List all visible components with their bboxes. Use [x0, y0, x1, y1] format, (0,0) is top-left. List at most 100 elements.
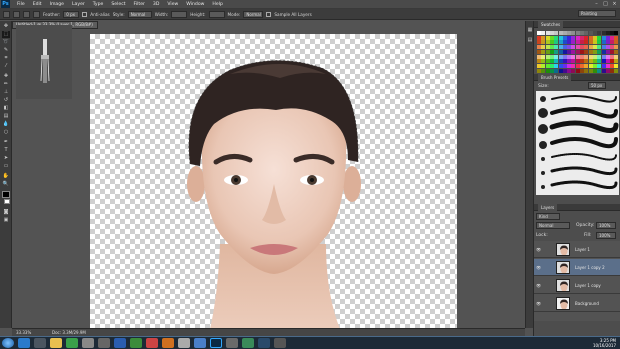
size-input[interactable]: 50 px: [588, 82, 606, 89]
brush-preset-list[interactable]: [536, 91, 619, 195]
zoom-tool-icon[interactable]: 🔍: [2, 181, 10, 188]
menu-window[interactable]: Window: [182, 0, 208, 9]
menu-select[interactable]: Select: [107, 0, 129, 9]
foreground-color-swatch[interactable]: [2, 191, 10, 198]
new-selection-icon[interactable]: [13, 10, 20, 18]
taskbar-clock[interactable]: 3:25 PM 10/16/2017: [593, 338, 616, 348]
taskbar-app-icon[interactable]: [274, 338, 286, 348]
layer-visibility-icon[interactable]: 👁: [536, 283, 542, 288]
shape-tool-icon[interactable]: ▭: [2, 163, 10, 170]
menu-filter[interactable]: Filter: [130, 0, 149, 9]
marquee-tool-preset-icon[interactable]: [3, 10, 10, 18]
document-canvas[interactable]: [90, 34, 457, 329]
screen-mode-icon[interactable]: ▣: [2, 217, 10, 224]
start-button-icon[interactable]: [2, 338, 14, 348]
zoom-level[interactable]: 33.33%: [16, 329, 31, 336]
color-swatch[interactable]: [614, 59, 619, 64]
history-brush-icon[interactable]: ↺: [2, 97, 10, 104]
opacity-input[interactable]: 100%: [596, 222, 616, 229]
taskbar-app-icon[interactable]: [34, 338, 46, 348]
brush-tool-icon[interactable]: ✏: [2, 81, 10, 88]
layers-tab[interactable]: Layers: [534, 204, 620, 211]
taskbar-app-icon[interactable]: [98, 338, 110, 348]
fill-input[interactable]: 100%: [596, 232, 616, 239]
dodge-tool-icon[interactable]: ○: [2, 129, 10, 136]
healing-brush-icon[interactable]: ✚: [2, 73, 10, 80]
antialias-checkbox[interactable]: [82, 11, 88, 17]
width-input[interactable]: [171, 10, 188, 18]
eyedropper-icon[interactable]: ⁄: [2, 63, 10, 70]
layer-visibility-icon[interactable]: 👁: [536, 301, 542, 306]
quick-mask-icon[interactable]: ◙: [2, 209, 10, 216]
menu-layer[interactable]: Layer: [68, 0, 89, 9]
style-select[interactable]: Normal: [127, 10, 152, 18]
explorer-icon[interactable]: [50, 338, 62, 348]
menu-image[interactable]: Image: [46, 0, 68, 9]
workspace-select[interactable]: Painting: [578, 10, 616, 17]
feather-input[interactable]: 0 px: [63, 10, 80, 18]
taskbar-app-icon[interactable]: [226, 338, 238, 348]
background-color-swatch[interactable]: [4, 199, 10, 204]
taskbar-app-icon[interactable]: [66, 338, 78, 348]
layer-visibility-icon[interactable]: 👁: [536, 247, 542, 252]
taskbar-app-icon[interactable]: [146, 338, 158, 348]
color-swatch[interactable]: [614, 63, 619, 68]
color-swatch[interactable]: [614, 68, 619, 73]
ie-icon[interactable]: [18, 338, 30, 348]
menu-view[interactable]: View: [163, 0, 182, 9]
minimize-icon[interactable]: –: [593, 1, 600, 7]
taskbar-app-icon[interactable]: [242, 338, 254, 348]
blend-mode-select[interactable]: Normal: [536, 222, 570, 229]
color-swatch[interactable]: [614, 54, 619, 59]
gradient-tool-icon[interactable]: ▤: [2, 113, 10, 120]
sample-all-checkbox[interactable]: [266, 11, 272, 17]
path-select-icon[interactable]: ➤: [2, 155, 10, 162]
height-input[interactable]: [208, 10, 225, 18]
filter-kind-select[interactable]: Kind: [536, 213, 560, 220]
crop-tool-icon[interactable]: ⌗: [2, 55, 10, 62]
marquee-tool-icon[interactable]: ⬚: [2, 31, 10, 38]
excel-icon[interactable]: [130, 338, 142, 348]
hand-tool-icon[interactable]: ✋: [2, 173, 10, 180]
pen-tool-icon[interactable]: ✒: [2, 139, 10, 146]
blur-tool-icon[interactable]: 💧: [2, 121, 10, 128]
add-selection-icon[interactable]: [23, 10, 30, 18]
color-swatch[interactable]: [614, 40, 619, 45]
layer-row[interactable]: 👁 Layer 1: [534, 241, 620, 258]
taskbar-app-icon[interactable]: [258, 338, 270, 348]
clone-stamp-icon[interactable]: ⊥: [2, 89, 10, 96]
menu-file[interactable]: File: [13, 0, 29, 9]
taskbar-app-icon[interactable]: [82, 338, 94, 348]
swatches-grid[interactable]: [534, 28, 620, 74]
layer-row[interactable]: 👁 Background: [534, 295, 620, 312]
photoshop-taskbar-icon[interactable]: [210, 338, 222, 348]
quick-select-icon[interactable]: ✎: [2, 47, 10, 54]
taskbar-app-icon[interactable]: [162, 338, 174, 348]
brush-presets-tab[interactable]: Brush Presets: [534, 74, 620, 81]
menu-help[interactable]: Help: [208, 0, 226, 9]
swatches-tab[interactable]: Swatches: [534, 21, 620, 28]
close-icon[interactable]: ×: [611, 1, 618, 7]
mode-select[interactable]: Normal: [243, 10, 264, 18]
layer-visibility-icon[interactable]: 👁: [536, 265, 542, 270]
type-tool-icon[interactable]: T: [2, 147, 10, 154]
app-logo: Ps: [1, 0, 10, 8]
color-swatch[interactable]: [614, 35, 619, 40]
taskbar-app-icon[interactable]: [194, 338, 206, 348]
layer-row[interactable]: 👁 Layer 1 copy 2: [534, 259, 620, 276]
lasso-tool-icon[interactable]: ➰: [2, 39, 10, 46]
menu-type[interactable]: Type: [89, 0, 108, 9]
color-swatch[interactable]: [614, 49, 619, 54]
move-tool-icon[interactable]: ✥: [2, 23, 10, 30]
maximize-icon[interactable]: □: [602, 1, 609, 7]
layer-row[interactable]: 👁 Layer 1 copy: [534, 277, 620, 294]
color-swatch[interactable]: [614, 45, 619, 50]
eraser-tool-icon[interactable]: ◧: [2, 105, 10, 112]
taskbar-app-icon[interactable]: [178, 338, 190, 348]
word-icon[interactable]: [114, 338, 126, 348]
color-swatch[interactable]: [614, 31, 619, 35]
layers-list: 👁 Layer 1 👁 Layer 1 copy 2 👁 Layer 1 copy 👁 Bac…: [534, 241, 620, 321]
menu-3d[interactable]: 3D: [149, 0, 163, 9]
menu-edit[interactable]: Edit: [29, 0, 46, 9]
subtract-selection-icon[interactable]: [33, 10, 40, 18]
